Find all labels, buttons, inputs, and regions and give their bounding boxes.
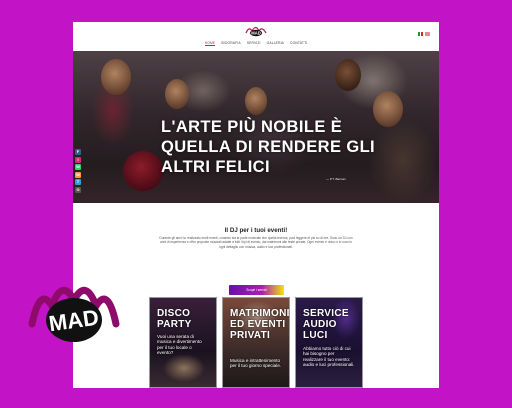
facebook-icon[interactable]: F — [75, 149, 81, 155]
whatsapp-icon[interactable]: W — [75, 164, 81, 170]
logo-text: MAD — [251, 31, 261, 36]
hero-photo-figure — [123, 151, 163, 191]
hero-quote-author: — P.T. Barnum — [326, 177, 346, 181]
service-card-weddings[interactable]: MATRIMONI ED EVENTI PRIVATI Musica e int… — [222, 297, 290, 388]
intro-paragraph: Durante gli anni ho realizzato molti eve… — [159, 236, 353, 249]
nav-contatti[interactable]: CONTATTI — [290, 41, 307, 45]
hero-photo-figure — [335, 59, 361, 91]
service-card-title: MATRIMONI ED EVENTI PRIVATI — [230, 308, 290, 341]
service-card-title: DISCO PARTY — [157, 308, 192, 330]
telegram-icon[interactable]: T — [75, 179, 81, 185]
website-icon[interactable]: W — [75, 171, 81, 178]
website-frame: MAD HOME BIOGRAFIA SERVIZI GALLERIA CONT… — [73, 22, 439, 388]
services-cta-button[interactable]: Scopri i servizi — [229, 285, 284, 295]
service-card-audio[interactable]: SERVICE AUDIO LUCI Abbiamo tutto ciò di … — [295, 297, 363, 388]
language-switcher — [418, 32, 430, 36]
hero-photo-figure — [373, 91, 403, 127]
service-card-text: Abbiamo tutto ciò di cui hai bisogno per… — [303, 346, 355, 368]
google-icon[interactable]: G — [75, 186, 81, 193]
flag-it-icon[interactable] — [418, 32, 424, 36]
nav-biografia[interactable]: BIOGRAFIA — [221, 41, 240, 45]
service-card-text: Vuoi una serata di musica e divertimento… — [157, 334, 202, 356]
social-bar: F I W W T G — [75, 149, 81, 193]
hero-quote: L'ARTE PIÙ NOBILE È QUELLA DI RENDERE GL… — [161, 118, 376, 176]
nav-galleria[interactable]: GALLERIA — [267, 41, 284, 45]
mad-logo: MAD — [28, 287, 120, 342]
main-nav: HOME BIOGRAFIA SERVIZI GALLERIA CONTATTI — [73, 41, 439, 46]
hero-photo-figure — [165, 79, 189, 109]
services-cards: DISCO PARTY Vuoi una serata di musica e … — [149, 297, 363, 388]
service-card-text: Musica e intrattenimento per il tuo gior… — [230, 358, 282, 369]
site-logo[interactable]: MAD — [244, 24, 268, 38]
service-card-title: SERVICE AUDIO LUCI — [303, 308, 349, 341]
nav-servizi[interactable]: SERVIZI — [247, 41, 261, 45]
service-card-disco[interactable]: DISCO PARTY Vuoi una serata di musica e … — [149, 297, 217, 388]
flag-en-icon[interactable] — [425, 32, 430, 36]
nav-home[interactable]: HOME — [204, 41, 216, 46]
hero-banner: L'ARTE PIÙ NOBILE È QUELLA DI RENDERE GL… — [73, 51, 439, 203]
instagram-icon[interactable]: I — [75, 156, 81, 163]
hero-photo-figure — [101, 59, 131, 95]
header: MAD HOME BIOGRAFIA SERVIZI GALLERIA CONT… — [73, 22, 439, 51]
intro-heading: Il DJ per i tuoi eventi! — [224, 227, 288, 234]
hero-photo-figure — [245, 87, 267, 115]
